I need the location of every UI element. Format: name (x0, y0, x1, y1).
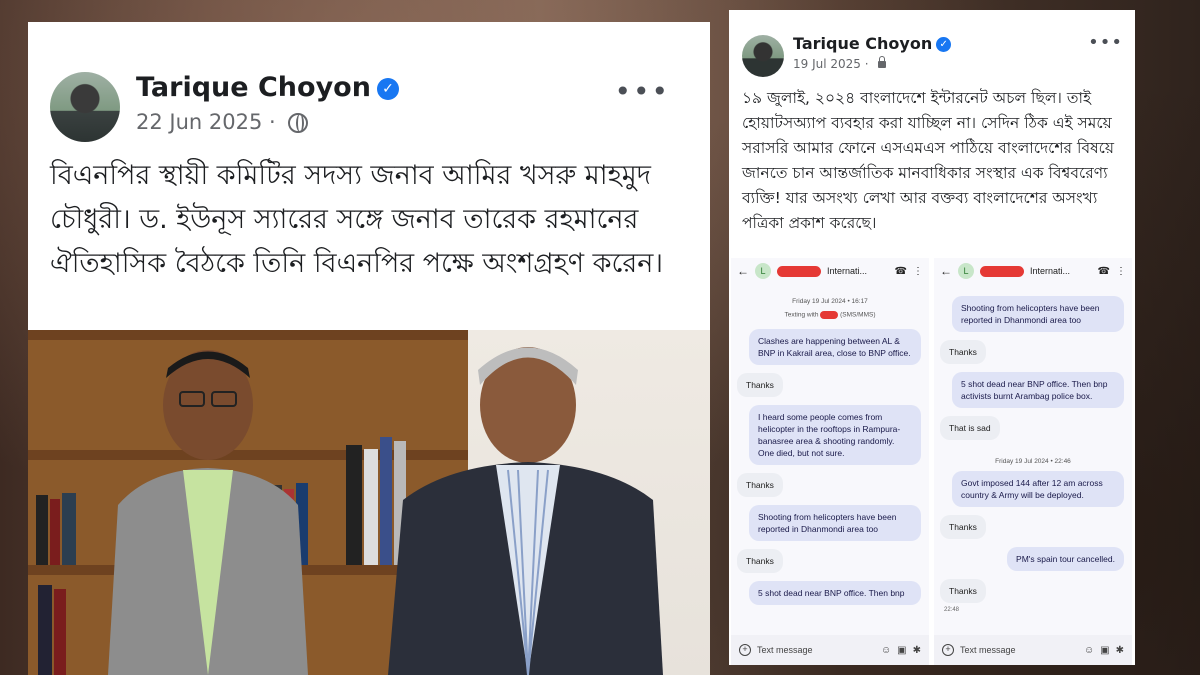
lock-icon (878, 56, 887, 68)
outgoing-message[interactable]: That is sad (940, 416, 1000, 440)
incoming-message[interactable]: Shooting from helicopters have been repo… (749, 505, 921, 541)
globe-icon (288, 113, 309, 133)
system-note: Texting with (SMS/MMS) (731, 311, 929, 319)
avatar[interactable] (50, 72, 120, 142)
contact-avatar[interactable]: L (755, 263, 771, 279)
emoji-icon[interactable]: ☺ (881, 645, 891, 656)
contact-name[interactable]: Internati... (1030, 266, 1070, 276)
incoming-message[interactable]: 5 shot dead near BNP office. Then bnp (749, 581, 921, 605)
incoming-message[interactable]: Clashes are happening between AL & BNP i… (749, 329, 921, 365)
sms-thread: Friday 19 Jul 2024 • 16:17 Texting with … (731, 288, 929, 633)
text-message-input[interactable]: Text message (960, 645, 1016, 655)
right-post-card: Tarique Choyon ✓ 19 Jul 2025 · ••• ১৯ জুল… (729, 10, 1135, 665)
date-divider: Friday 19 Jul 2024 • 22:46 (995, 458, 1071, 465)
post-body: বিএনপির স্থায়ী কমিটির সদস্য জনাব আমির খ… (50, 160, 664, 279)
voice-icon[interactable]: ✱ (1116, 645, 1124, 656)
back-arrow-icon[interactable]: ← (737, 264, 749, 278)
gallery-icon[interactable]: ▣ (897, 645, 906, 656)
sms-header: ← L Internati... ☎ ⋮ (934, 258, 1132, 284)
emoji-icon[interactable]: ☺ (1084, 645, 1094, 656)
sms-screenshot-1: ← L Internati... ☎ ⋮ Friday 19 Jul 2024 … (731, 258, 929, 665)
incoming-message[interactable]: Shooting from helicopters have been repo… (952, 296, 1124, 332)
author-name[interactable]: Tarique Choyon ✓ (793, 34, 952, 53)
post-photo[interactable] (28, 330, 710, 675)
redaction-mark (820, 311, 839, 319)
phone-call-icon[interactable]: ☎ (895, 266, 907, 277)
more-options-button[interactable]: ••• (614, 78, 670, 106)
add-attachment-icon[interactable]: + (942, 644, 954, 656)
contact-name[interactable]: Internati... (827, 266, 867, 276)
voice-icon[interactable]: ✱ (913, 645, 921, 656)
author-name-text[interactable]: Tarique Choyon (793, 34, 932, 53)
sms-screenshot-2: ← L Internati... ☎ ⋮ Shooting from helic… (934, 258, 1132, 665)
contact-avatar[interactable]: L (958, 263, 974, 279)
more-vert-icon[interactable]: ⋮ (1116, 266, 1126, 277)
person-left-image (108, 350, 308, 675)
left-post-card: Tarique Choyon ✓ 22 Jun 2025 · ••• বিএনপি… (28, 22, 710, 675)
outgoing-message[interactable]: Thanks (940, 515, 986, 539)
system-note-prefix: Texting with (784, 311, 819, 319)
system-note-suffix: (SMS/MMS) (840, 311, 876, 319)
post-body: ১৯ জুলাই, ২০২৪ বাংলাদেশে ইন্টারনেট অচল ছ… (742, 89, 1114, 232)
post-date[interactable]: 22 Jun 2025 · (136, 110, 276, 134)
post-date[interactable]: 19 Jul 2025 · (793, 57, 869, 71)
add-attachment-icon[interactable]: + (739, 644, 751, 656)
outgoing-message[interactable]: Thanks (737, 549, 783, 573)
author-name-text[interactable]: Tarique Choyon (136, 72, 371, 103)
redaction-mark (980, 265, 1024, 277)
date-divider: Friday 19 Jul 2024 • 16:17 (792, 298, 868, 305)
post-meta: 22 Jun 2025 · (136, 110, 309, 134)
person-right-image (388, 347, 663, 675)
gallery-icon[interactable]: ▣ (1100, 645, 1109, 656)
verified-badge-icon: ✓ (936, 37, 952, 52)
avatar[interactable] (742, 35, 784, 77)
outgoing-message[interactable]: Thanks (940, 579, 986, 603)
author-name[interactable]: Tarique Choyon ✓ (136, 72, 399, 103)
outgoing-message[interactable]: Thanks (737, 473, 783, 497)
more-vert-icon[interactable]: ⋮ (913, 266, 923, 277)
left-post-header: Tarique Choyon ✓ 22 Jun 2025 · ••• (50, 68, 690, 148)
back-arrow-icon[interactable]: ← (940, 264, 952, 278)
incoming-message[interactable]: Govt imposed 144 after 12 am across coun… (952, 471, 1124, 507)
incoming-message[interactable]: PM's spain tour cancelled. (1007, 547, 1124, 571)
verified-badge-icon: ✓ (376, 77, 399, 100)
message-compose-bar: + Text message ☺ ▣ ✱ (731, 635, 929, 665)
outgoing-message[interactable]: Thanks (940, 340, 986, 364)
incoming-message[interactable]: 5 shot dead near BNP office. Then bnp ac… (952, 372, 1124, 408)
more-options-button[interactable]: ••• (1088, 32, 1123, 53)
post-meta: 19 Jul 2025 · (793, 56, 887, 71)
incoming-message[interactable]: I heard some people comes from helicopte… (749, 405, 921, 465)
outgoing-message[interactable]: Thanks (737, 373, 783, 397)
sms-thread: Shooting from helicopters have been repo… (934, 288, 1132, 633)
text-message-input[interactable]: Text message (757, 645, 813, 655)
message-compose-bar: + Text message ☺ ▣ ✱ (934, 635, 1132, 665)
sms-header: ← L Internati... ☎ ⋮ (731, 258, 929, 284)
redaction-mark (777, 265, 821, 277)
phone-call-icon[interactable]: ☎ (1098, 266, 1110, 277)
